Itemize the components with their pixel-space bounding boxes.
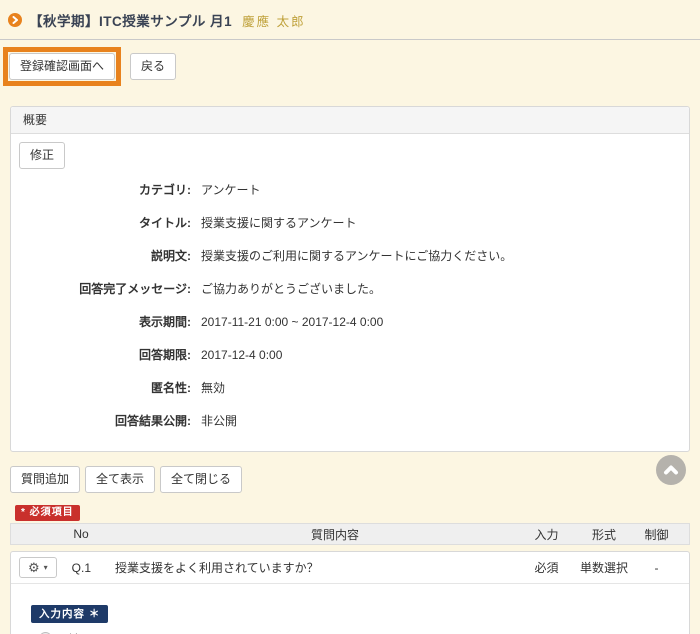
field-anonymity: 匿名性: 無効 bbox=[11, 371, 689, 404]
page: 【秋学期】ITC授業サンプル 月1 慶應 太郎 登録確認画面へ 戻る 概要 修正… bbox=[0, 0, 700, 634]
question-format: 単数選択 bbox=[574, 559, 634, 576]
question-panel: ⚙ ▾ Q.1 授業支援をよく利用されていますか？ 必須 単数選択 - 入力内容… bbox=[10, 551, 690, 634]
caret-down-icon: ▾ bbox=[44, 563, 48, 572]
column-header-content: 質問内容 bbox=[151, 526, 519, 543]
field-description: 説明文: 授業支援のご利用に関するアンケートにご協力ください。 bbox=[11, 239, 689, 272]
radio-label: はい bbox=[68, 630, 92, 634]
question-actions-button[interactable]: ⚙ ▾ bbox=[19, 557, 57, 578]
table-row: ⚙ ▾ Q.1 授業支援をよく利用されていますか？ 必須 単数選択 - bbox=[11, 552, 689, 584]
field-category: カテゴリ: アンケート bbox=[11, 173, 689, 206]
column-header-control: 制御 bbox=[634, 526, 679, 543]
column-header-no: No bbox=[11, 527, 151, 541]
edit-button[interactable]: 修正 bbox=[19, 142, 65, 169]
field-value: 非公開 bbox=[201, 412, 237, 429]
column-header-input: 入力 bbox=[519, 526, 574, 543]
back-button[interactable]: 戻る bbox=[130, 53, 176, 80]
field-label: カテゴリ: bbox=[11, 181, 191, 198]
question-content: 授業支援をよく利用されていますか？ bbox=[115, 559, 519, 576]
field-label: 回答期限: bbox=[11, 346, 191, 363]
field-label: 匿名性: bbox=[11, 379, 191, 396]
user-name-link[interactable]: 慶應 太郎 bbox=[242, 11, 305, 30]
field-value: 無効 bbox=[201, 379, 225, 396]
input-content-badge: 入力内容 ＊ bbox=[31, 605, 108, 623]
scroll-to-top-button[interactable] bbox=[656, 455, 686, 485]
question-toolbar: 質問追加 全て表示 全て閉じる bbox=[10, 466, 700, 493]
field-value: 授業支援のご利用に関するアンケートにご協力ください。 bbox=[201, 247, 512, 264]
action-toolbar: 登録確認画面へ 戻る bbox=[3, 47, 700, 86]
field-answer-deadline: 回答期限: 2017-12-4 0:00 bbox=[11, 338, 689, 371]
field-label: 表示期間: bbox=[11, 313, 191, 330]
field-value: ご協力ありがとうございました。 bbox=[201, 280, 381, 297]
column-header-format: 形式 bbox=[574, 526, 634, 543]
show-all-button[interactable]: 全て表示 bbox=[85, 466, 155, 493]
overview-panel-body: 修正 カテゴリ: アンケート タイトル: 授業支援に関するアンケート 説明文: … bbox=[11, 134, 689, 451]
question-input-flag: 必須 bbox=[519, 559, 574, 576]
gear-icon: ⚙ bbox=[28, 561, 40, 574]
annotation-highlight-box: 登録確認画面へ bbox=[3, 47, 121, 86]
chevron-up-icon bbox=[663, 464, 679, 476]
field-result-publication: 回答結果公開: 非公開 bbox=[11, 404, 689, 437]
field-value: アンケート bbox=[201, 181, 261, 198]
field-value: 2017-11-21 0:00 ~ 2017-12-4 0:00 bbox=[201, 315, 383, 329]
field-value: 2017-12-4 0:00 bbox=[201, 348, 282, 362]
required-badge: * 必須項目 bbox=[15, 505, 80, 521]
field-complete-message: 回答完了メッセージ: ご協力ありがとうございました。 bbox=[11, 272, 689, 305]
field-label: 回答完了メッセージ: bbox=[11, 280, 191, 297]
page-title: 【秋学期】ITC授業サンプル 月1 bbox=[29, 10, 232, 30]
field-label: タイトル: bbox=[11, 214, 191, 231]
breadcrumb: 【秋学期】ITC授業サンプル 月1 慶應 太郎 bbox=[0, 0, 700, 30]
question-control: - bbox=[634, 561, 679, 575]
add-question-button[interactable]: 質問追加 bbox=[10, 466, 80, 493]
chevron-right-icon bbox=[8, 13, 22, 27]
overview-panel: 概要 修正 カテゴリ: アンケート タイトル: 授業支援に関するアンケート 説明… bbox=[10, 106, 690, 452]
field-display-period: 表示期間: 2017-11-21 0:00 ~ 2017-12-4 0:00 bbox=[11, 305, 689, 338]
field-label: 説明文: bbox=[11, 247, 191, 264]
register-confirm-button[interactable]: 登録確認画面へ bbox=[9, 53, 115, 80]
header-divider bbox=[0, 39, 700, 40]
question-table-header: No 質問内容 入力 形式 制御 bbox=[10, 523, 690, 545]
question-detail: 入力内容 ＊ はい いいえ bbox=[11, 584, 689, 634]
field-label: 回答結果公開: bbox=[11, 412, 191, 429]
field-value: 授業支援に関するアンケート bbox=[201, 214, 357, 231]
question-number: Q.1 bbox=[72, 561, 91, 575]
field-title: タイトル: 授業支援に関するアンケート bbox=[11, 206, 689, 239]
overview-panel-title: 概要 bbox=[11, 107, 689, 134]
required-legend: * 必須項目 bbox=[15, 503, 700, 519]
close-all-button[interactable]: 全て閉じる bbox=[160, 466, 242, 493]
